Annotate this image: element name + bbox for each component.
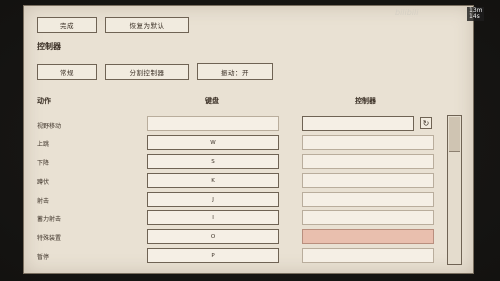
action-label-special-device: 特殊装置 (37, 235, 62, 242)
scrollbar[interactable] (447, 115, 462, 265)
vibration-toggle[interactable]: 振动：开 (197, 63, 273, 80)
refresh-icon[interactable]: ↻ (420, 117, 432, 129)
tab-split-control[interactable]: 分割控制器 (105, 64, 189, 80)
column-action: 动作 (37, 97, 51, 105)
section-title: 控制器 (37, 42, 61, 51)
keyboard-binding-crouch[interactable]: K (147, 173, 279, 188)
controller-binding-shoot[interactable] (302, 192, 434, 207)
restore-defaults-button[interactable]: 恢复为默认 (105, 17, 189, 33)
action-label-pause: 暂停 (37, 254, 50, 261)
keyboard-binding-charge-shot[interactable]: I (147, 210, 279, 225)
controller-binding-jump[interactable] (302, 135, 434, 150)
timer-line-2: 14s (469, 13, 480, 20)
action-label-descend: 下降 (37, 160, 50, 167)
controller-binding-crouch[interactable] (302, 173, 434, 188)
controller-binding-descend[interactable] (302, 154, 434, 169)
controller-binding-look[interactable] (302, 116, 414, 131)
action-label-charge-shot: 蓄力射击 (37, 216, 62, 223)
action-label-shoot: 射击 (37, 198, 50, 205)
keyboard-binding-look[interactable] (147, 116, 279, 131)
controller-binding-charge-shot[interactable] (302, 210, 434, 225)
keyboard-binding-descend[interactable]: S (147, 154, 279, 169)
controller-binding-pause[interactable] (302, 248, 434, 263)
keyboard-binding-shoot[interactable]: J (147, 192, 279, 207)
keyboard-binding-special-device[interactable]: O (147, 229, 279, 244)
action-label-crouch: 蹲伏 (37, 179, 50, 186)
controller-binding-special-device[interactable] (302, 229, 434, 244)
keyboard-binding-jump[interactable]: W (147, 135, 279, 150)
action-label-jump: 上跳 (37, 141, 50, 148)
column-controller: 控制器 (355, 97, 376, 105)
column-keyboard: 键盘 (205, 97, 219, 105)
done-button[interactable]: 完成 (37, 17, 97, 33)
action-label-look: 视野移动 (37, 123, 62, 130)
keyboard-binding-pause[interactable]: P (147, 248, 279, 263)
timer-badge: 13m 14s (467, 7, 485, 21)
watermark: bilibili (395, 8, 419, 17)
tab-general[interactable]: 常规 (37, 64, 97, 80)
scrollbar-thumb[interactable] (449, 117, 460, 152)
